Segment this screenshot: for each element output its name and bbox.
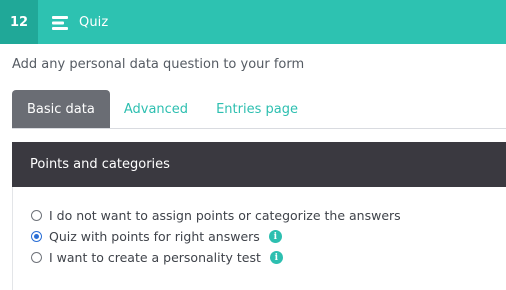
section-title: Points and categories <box>30 157 170 172</box>
points-categories-header: Points and categories <box>12 142 506 187</box>
header-title-group: Quiz <box>52 0 108 44</box>
step-number-badge: 12 <box>0 0 38 44</box>
radio-no-points[interactable] <box>31 210 42 221</box>
tab-bar: Basic data Advanced Entries page <box>12 90 312 128</box>
tab-entries-page[interactable]: Entries page <box>202 90 312 128</box>
option-no-points[interactable]: I do not want to assign points or catego… <box>31 205 401 226</box>
info-icon[interactable]: i <box>269 251 283 264</box>
option-personality-test[interactable]: I want to create a personality test i <box>31 247 401 268</box>
tab-advanced[interactable]: Advanced <box>110 90 202 128</box>
section-header: 12 Quiz <box>0 0 506 44</box>
menu-icon <box>52 15 69 30</box>
quiz-settings-panel: 12 Quiz Add any personal data question t… <box>0 0 506 290</box>
radio-quiz-points[interactable] <box>31 231 42 242</box>
page-subtitle: Add any personal data question to your f… <box>12 57 305 72</box>
tab-divider <box>12 128 506 129</box>
option-quiz-points[interactable]: Quiz with points for right answers i <box>31 226 401 247</box>
header-title: Quiz <box>79 14 109 30</box>
radio-personality-test[interactable] <box>31 252 42 263</box>
option-label: I want to create a personality test <box>49 250 261 265</box>
points-options-radio-group: I do not want to assign points or catego… <box>31 205 401 268</box>
option-label: Quiz with points for right answers <box>49 229 260 244</box>
info-icon[interactable]: i <box>268 230 282 243</box>
tab-basic-data[interactable]: Basic data <box>12 90 110 128</box>
option-label: I do not want to assign points or catego… <box>49 208 401 223</box>
